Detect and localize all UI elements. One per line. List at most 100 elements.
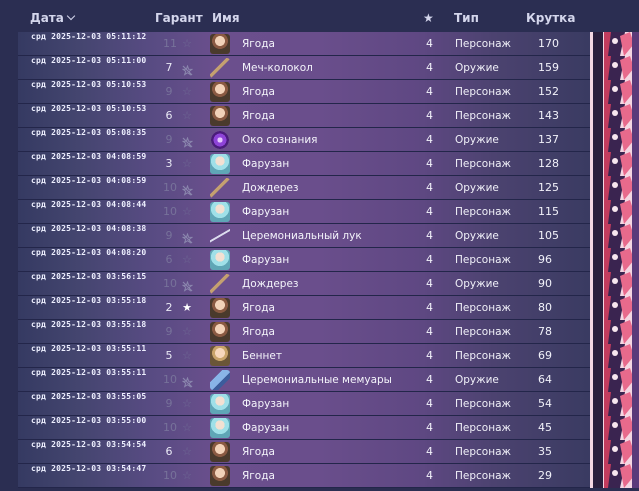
table-row[interactable]: срд 2025-12-03 04:08:44 10 ☆ Фарузан 4 Персон… (18, 200, 639, 224)
table-row[interactable]: срд 2025-12-03 03:54:54 6 ☆ Ягода 4 Персонаж 3… (18, 440, 639, 464)
row-date: срд 2025-12-03 04:08:59 (31, 176, 147, 185)
table-row[interactable]: срд 2025-12-03 04:08:59 3 ☆ Фарузан 4 Персона… (18, 152, 639, 176)
row-roll-number: 69 (538, 349, 552, 362)
row-pity-count: 11 (163, 37, 177, 50)
table-row[interactable]: срд 2025-12-03 04:08:20 6 ☆ Фарузан 4 Персона… (18, 248, 639, 272)
row-date: срд 2025-12-03 03:54:54 (31, 440, 147, 449)
table-header: Дата Гарант Имя ★ Тип Крутка (18, 0, 639, 31)
row-rarity: 4 (426, 109, 433, 122)
row-roll-number: 137 (538, 133, 559, 146)
row-pity-count: 6 (165, 445, 173, 458)
row-date: срд 2025-12-03 03:55:11 (31, 368, 147, 377)
star-icon: ☆ (182, 85, 192, 98)
table-row[interactable]: срд 2025-12-03 04:08:38 9 Церемониальный л… (18, 224, 639, 248)
banner-thumbnail (590, 392, 639, 416)
star-icon: ☆ (182, 325, 192, 338)
row-item-name: Фарузан (242, 422, 290, 434)
row-item-name: Церемониальный лук (242, 230, 362, 242)
sort-by-date-header[interactable]: Дата (30, 10, 76, 26)
row-item-type: Персонаж (455, 86, 511, 98)
row-item-type: Персонаж (455, 398, 511, 410)
row-roll-number: 45 (538, 421, 552, 434)
row-item-type: Оружие (455, 374, 499, 386)
row-item-name: Ягода (242, 110, 275, 122)
row-date: срд 2025-12-03 03:55:00 (31, 416, 147, 425)
banner-thumbnail (590, 32, 639, 56)
table-row[interactable]: срд 2025-12-03 05:10:53 6 ☆ Ягода 4 Персонаж 1… (18, 104, 639, 128)
weapon-bow-icon (210, 226, 230, 246)
row-item-name: Ягода (242, 302, 275, 314)
table-row[interactable]: срд 2025-12-03 04:08:59 10 Дождерез 4 Оружие… (18, 176, 639, 200)
row-roll-number: 115 (538, 205, 559, 218)
table-row[interactable]: срд 2025-12-03 03:54:47 10 ☆ Ягода 4 Персонаж… (18, 464, 639, 488)
banner-thumbnail (590, 224, 639, 248)
banner-thumbnail (590, 200, 639, 224)
table-row[interactable]: срд 2025-12-03 03:55:18 2 ★ Ягода 4 Персонаж 8… (18, 296, 639, 320)
row-rarity: 4 (426, 253, 433, 266)
row-roll-number: 159 (538, 61, 559, 74)
row-item-type: Персонаж (455, 350, 511, 362)
row-pity-count: 10 (163, 421, 177, 434)
star-icon: ☆ (182, 157, 192, 170)
row-roll-number: 78 (538, 325, 552, 338)
row-item-name: Фарузан (242, 158, 290, 170)
banner-thumbnail (590, 104, 639, 128)
row-date: срд 2025-12-03 05:11:00 (31, 56, 147, 65)
char-faruzan-icon (210, 418, 230, 438)
banner-thumbnail (590, 344, 639, 368)
roll-header: Крутка (526, 11, 576, 25)
row-date: срд 2025-12-03 03:55:18 (31, 320, 147, 329)
row-roll-number: 29 (538, 469, 552, 482)
star-icon: ☆ (182, 205, 192, 218)
table-row[interactable]: срд 2025-12-03 03:55:11 10 Церемониальные … (18, 368, 639, 392)
row-item-name: Беннет (242, 350, 282, 362)
star-crossed-icon (180, 56, 194, 80)
table-row[interactable]: срд 2025-12-03 03:55:05 9 ☆ Фарузан 4 Персона… (18, 392, 639, 416)
row-item-type: Оружие (455, 134, 499, 146)
row-item-type: Персонаж (455, 38, 511, 50)
row-date: срд 2025-12-03 03:56:15 (31, 272, 147, 281)
row-date: срд 2025-12-03 05:10:53 (31, 104, 147, 113)
banner-thumbnail (590, 80, 639, 104)
row-roll-number: 90 (538, 277, 552, 290)
table-row[interactable]: срд 2025-12-03 05:11:12 11 ☆ Ягода 4 Персонаж… (18, 32, 639, 56)
row-item-type: Персонаж (455, 470, 511, 482)
char-yagoda-icon (210, 466, 230, 486)
row-pity-count: 9 (165, 133, 173, 146)
star-icon: ☆ (182, 421, 192, 434)
wish-history-table: Дата Гарант Имя ★ Тип Крутка срд 2025-12… (18, 0, 639, 491)
type-header: Тип (454, 11, 479, 25)
row-rarity: 4 (426, 277, 433, 290)
name-header: Имя (212, 11, 240, 25)
star-crossed-icon (180, 272, 194, 296)
chevron-down-icon (66, 11, 76, 21)
row-item-name: Фарузан (242, 398, 290, 410)
row-rarity: 4 (426, 301, 433, 314)
table-row[interactable]: срд 2025-12-03 05:10:53 9 ☆ Ягода 4 Персонаж 1… (18, 80, 639, 104)
table-row[interactable]: срд 2025-12-03 05:08:35 9 Око сознания 4 Ору… (18, 128, 639, 152)
char-yagoda-icon (210, 82, 230, 102)
row-item-type: Персонаж (455, 302, 511, 314)
char-yagoda-icon (210, 298, 230, 318)
row-pity-count: 10 (163, 469, 177, 482)
table-row[interactable]: срд 2025-12-03 05:11:00 7 Меч-колокол 4 Оруж… (18, 56, 639, 80)
row-pity-count: 10 (163, 181, 177, 194)
row-roll-number: 105 (538, 229, 559, 242)
row-date: срд 2025-12-03 05:10:53 (31, 80, 147, 89)
row-rarity: 4 (426, 157, 433, 170)
row-pity-count: 5 (165, 349, 173, 362)
table-row[interactable]: срд 2025-12-03 03:56:15 10 Дождерез 4 Оружие… (18, 272, 639, 296)
table-row[interactable]: срд 2025-12-03 03:55:00 10 ☆ Фарузан 4 Персон… (18, 416, 639, 440)
weapon-dozhderez-icon (210, 178, 230, 198)
table-row[interactable]: срд 2025-12-03 03:55:18 9 ☆ Ягода 4 Персонаж 7… (18, 320, 639, 344)
row-date: срд 2025-12-03 04:08:38 (31, 224, 147, 233)
table-row[interactable]: срд 2025-12-03 03:55:11 5 ☆ Беннет 4 Персонаж… (18, 344, 639, 368)
star-crossed-icon (180, 176, 194, 200)
banner-thumbnail (590, 176, 639, 200)
star-crossed-icon (180, 128, 194, 152)
row-date: срд 2025-12-03 03:55:18 (31, 296, 147, 305)
row-roll-number: 128 (538, 157, 559, 170)
row-rarity: 4 (426, 133, 433, 146)
char-bennett-icon (210, 346, 230, 366)
char-faruzan-icon (210, 154, 230, 174)
